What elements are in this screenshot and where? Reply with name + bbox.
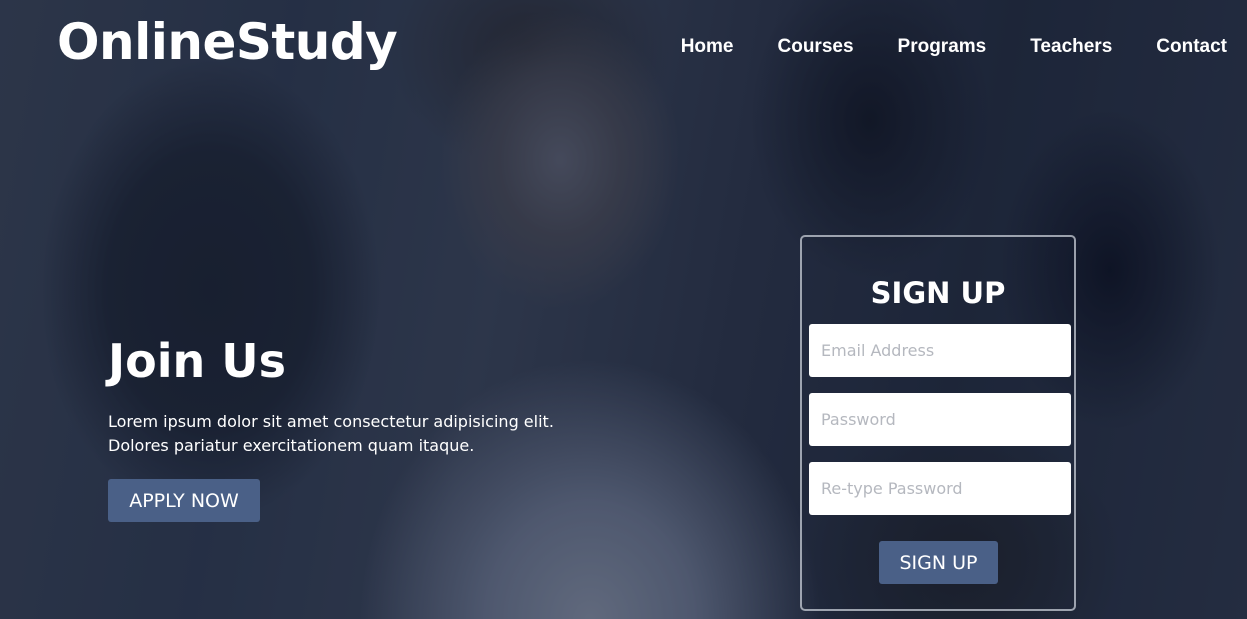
email-field[interactable] bbox=[809, 324, 1071, 377]
nav-teachers-link[interactable]: Teachers bbox=[1030, 34, 1112, 60]
nav-courses-link[interactable]: Courses bbox=[778, 34, 854, 60]
password-field[interactable] bbox=[809, 393, 1071, 446]
nav-programs-link[interactable]: Programs bbox=[898, 34, 987, 60]
site-logo[interactable]: OnlineStudy bbox=[57, 10, 398, 74]
main-nav: Home Courses Programs Teachers Contact bbox=[637, 34, 1227, 60]
retype-password-field[interactable] bbox=[809, 462, 1071, 515]
signup-form: SIGN UP SIGN UP bbox=[800, 235, 1076, 611]
signup-button[interactable]: SIGN UP bbox=[879, 541, 998, 584]
nav-home-link[interactable]: Home bbox=[681, 34, 734, 60]
nav-contact-link[interactable]: Contact bbox=[1156, 34, 1227, 60]
apply-now-button[interactable]: APPLY NOW bbox=[108, 479, 260, 522]
join-heading: Join Us bbox=[108, 334, 286, 388]
join-description: Lorem ipsum dolor sit amet consectetur a… bbox=[108, 412, 554, 455]
hero-section: OnlineStudy Home Courses Programs Teache… bbox=[0, 0, 1247, 619]
signup-heading: SIGN UP bbox=[870, 276, 1006, 310]
